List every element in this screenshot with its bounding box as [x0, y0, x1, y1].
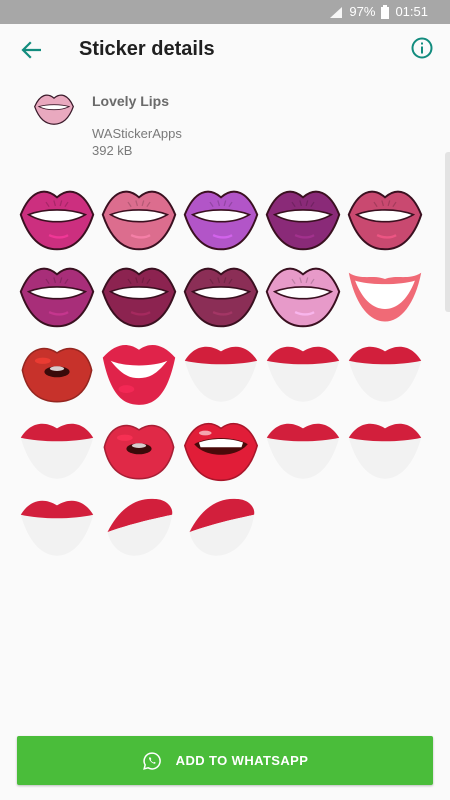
- lips-sticker-image: [101, 267, 177, 328]
- lips-sticker-image: [102, 345, 176, 405]
- pack-tray-icon: [33, 86, 75, 128]
- sticker-item[interactable]: [344, 411, 426, 485]
- sticker-item[interactable]: [262, 411, 344, 485]
- sticker-item[interactable]: [16, 180, 98, 254]
- sticker-item[interactable]: [344, 180, 426, 254]
- whatsapp-icon: [142, 751, 161, 770]
- lips-sticker-image: [101, 190, 177, 251]
- sticker-item[interactable]: [98, 488, 180, 562]
- sticker-item[interactable]: [262, 180, 344, 254]
- lips-sticker-image: [183, 190, 259, 251]
- sticker-item[interactable]: [98, 257, 180, 331]
- sticker-item[interactable]: [344, 334, 426, 408]
- lips-sticker-image: [183, 423, 259, 482]
- clock: 01:51: [395, 4, 428, 19]
- sticker-item[interactable]: [16, 488, 98, 562]
- lips-sticker-image: [103, 424, 175, 480]
- sticker-item[interactable]: [180, 488, 262, 562]
- lips-sticker-image: [266, 423, 340, 479]
- back-button[interactable]: [16, 36, 46, 64]
- sticker-item[interactable]: [98, 180, 180, 254]
- status-indicators: 97% 01:51: [329, 4, 428, 20]
- info-button[interactable]: [410, 36, 436, 62]
- lips-sticker-image: [348, 423, 422, 479]
- lips-sticker-image: [189, 498, 255, 556]
- lips-sticker-image: [348, 272, 422, 322]
- lips-sticker-image: [347, 190, 423, 251]
- app-bar: Sticker details: [0, 24, 450, 76]
- pack-publisher: WAStickerApps: [92, 126, 182, 141]
- sticker-item[interactable]: [180, 411, 262, 485]
- sticker-item[interactable]: [16, 334, 98, 408]
- pack-name: Lovely Lips: [92, 93, 170, 109]
- arrow-back-icon: [21, 41, 41, 59]
- battery-percent: 97%: [349, 4, 376, 19]
- sticker-item[interactable]: [262, 257, 344, 331]
- page-title: Sticker details: [79, 38, 215, 60]
- add-to-whatsapp-button[interactable]: ADD TO WHATSAPP: [17, 736, 433, 785]
- lips-sticker-image: [265, 267, 341, 328]
- sticker-item[interactable]: [180, 334, 262, 408]
- lips-sticker-image: [21, 347, 93, 403]
- lips-sticker-image: [19, 267, 95, 328]
- lips-sticker-image: [20, 500, 94, 556]
- lips-sticker-image: [266, 346, 340, 402]
- sticker-item[interactable]: [262, 334, 344, 408]
- sticker-item[interactable]: [98, 334, 180, 408]
- sticker-item[interactable]: [180, 180, 262, 254]
- sticker-item[interactable]: [344, 257, 426, 331]
- pack-size: 392 kB: [92, 143, 133, 158]
- sticker-item[interactable]: [16, 257, 98, 331]
- status-bar: 97% 01:51: [0, 0, 450, 24]
- info-icon: [411, 37, 433, 59]
- lips-sticker-image: [19, 190, 95, 251]
- sticker-item[interactable]: [98, 411, 180, 485]
- sticker-item[interactable]: [16, 411, 98, 485]
- sticker-item[interactable]: [180, 257, 262, 331]
- lips-sticker-image: [183, 267, 259, 328]
- lips-sticker-image: [20, 423, 94, 479]
- lips-sticker-image: [265, 190, 341, 251]
- scrollbar[interactable]: [445, 152, 450, 312]
- lips-sticker-image: [107, 498, 173, 556]
- lips-sticker-image: [184, 346, 258, 402]
- battery-icon: [381, 5, 390, 19]
- lips-sticker-image: [348, 346, 422, 402]
- add-to-whatsapp-label: ADD TO WHATSAPP: [175, 753, 309, 768]
- signal-icon: [330, 6, 343, 18]
- lips-icon: [34, 94, 74, 125]
